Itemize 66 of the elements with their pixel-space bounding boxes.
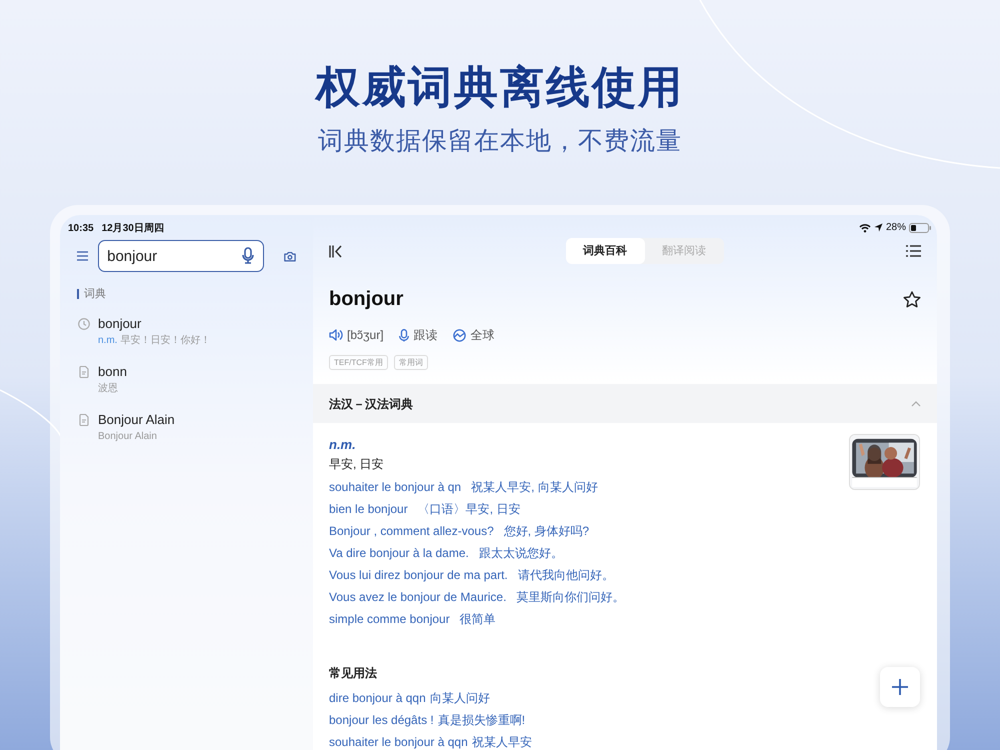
example-translation: 很简单 xyxy=(460,611,496,628)
add-button[interactable] xyxy=(880,667,920,707)
follow-read-button[interactable]: 跟读 xyxy=(398,326,438,344)
result-meaning: Bonjour Alain xyxy=(98,430,157,444)
subheadline: 词典数据保留在本地，不费流量 xyxy=(318,126,682,157)
result-item[interactable]: bonjour n.m. 早安！日安！你好！ xyxy=(60,314,313,362)
result-meaning: 早安！日安！你好！ xyxy=(120,334,210,348)
camera-icon[interactable] xyxy=(284,250,296,262)
dictionary-header[interactable]: 法汉－汉法词典 xyxy=(313,384,937,423)
example-translation: 〈口语〉早安, 日安 xyxy=(418,501,520,518)
usage-translation: 祝某人早安 xyxy=(472,734,532,750)
result-word: bonn xyxy=(98,362,127,380)
result-word: Bonjour Alain xyxy=(98,410,175,428)
search-field[interactable]: bonjour xyxy=(98,240,264,272)
example-french: Bonjour , comment allez-vous? xyxy=(329,523,494,540)
wifi-icon xyxy=(858,222,871,232)
document-icon xyxy=(79,366,89,378)
speaker-icon xyxy=(329,329,343,341)
menu-icon[interactable] xyxy=(77,250,88,262)
usage-french: dire bonjour à qqn xyxy=(329,690,426,707)
example-translation: 祝某人早安, 向某人问好 xyxy=(471,479,598,496)
region-button[interactable]: 全球 xyxy=(452,326,495,344)
tag: 常用词 xyxy=(394,355,428,370)
status-time: 10:35 xyxy=(68,222,94,236)
microphone-icon[interactable] xyxy=(242,247,254,264)
status-date: 12月30日周四 xyxy=(102,222,164,236)
collapse-sidebar-icon[interactable] xyxy=(329,244,343,258)
example-translation: 跟太太说您好。 xyxy=(478,545,563,562)
part-of-speech: n.m. xyxy=(98,334,118,348)
plus-icon xyxy=(891,678,909,696)
example-french: souhaiter le bonjour à qn xyxy=(329,479,462,496)
dictionary-title: 法汉－汉法词典 xyxy=(329,396,413,412)
usage-title: 常见用法 xyxy=(329,665,378,682)
tab[interactable]: 词典百科 xyxy=(566,238,644,264)
example-translation: 请代我向他问好。 xyxy=(518,567,614,584)
headword: bonjour xyxy=(329,287,404,312)
usage-french: souhaiter le bonjour à qqn xyxy=(329,734,468,750)
result-item[interactable]: bonn 波恩 xyxy=(60,362,313,410)
usage-french: bonjour les dégâts ! xyxy=(329,712,434,729)
microphone-icon xyxy=(398,328,409,342)
example-french: Vous avez le bonjour de Maurice. xyxy=(329,589,506,606)
example-french: simple comme bonjour xyxy=(329,611,450,628)
result-meaning: 波恩 xyxy=(98,382,118,396)
example-french: bien le bonjour xyxy=(329,501,408,518)
example-french: Vous lui direz bonjour de ma part. xyxy=(329,567,508,584)
battery-percent: 28% xyxy=(886,221,906,235)
example-translation: 莫里斯向你们问好。 xyxy=(516,589,624,606)
headline: 权威词典离线使用 xyxy=(316,62,684,114)
example-french: Va dire bonjour à la dame. xyxy=(329,545,469,562)
definition: 早安, 日安 xyxy=(329,456,385,473)
part-of-speech: n.m. xyxy=(329,436,357,454)
section-title: 词典 xyxy=(84,287,106,302)
usage-translation: 真是损失惨重啊! xyxy=(438,712,526,729)
example-translation: 您好, 身体好吗? xyxy=(504,523,590,540)
pronunciation-button[interactable]: [bɔ̃ʒur] xyxy=(329,326,384,344)
document-icon xyxy=(79,414,89,426)
result-item[interactable]: Bonjour Alain Bonjour Alain xyxy=(60,410,313,458)
globe-icon xyxy=(452,328,466,342)
tag: TEF/TCF常用 xyxy=(329,355,388,370)
list-icon[interactable] xyxy=(906,245,921,257)
location-icon xyxy=(874,223,883,232)
star-icon[interactable] xyxy=(903,290,921,308)
usage-translation: 向某人问好 xyxy=(430,690,490,707)
result-word: bonjour xyxy=(98,314,142,332)
clock-icon xyxy=(78,318,90,330)
battery-icon xyxy=(909,222,931,232)
